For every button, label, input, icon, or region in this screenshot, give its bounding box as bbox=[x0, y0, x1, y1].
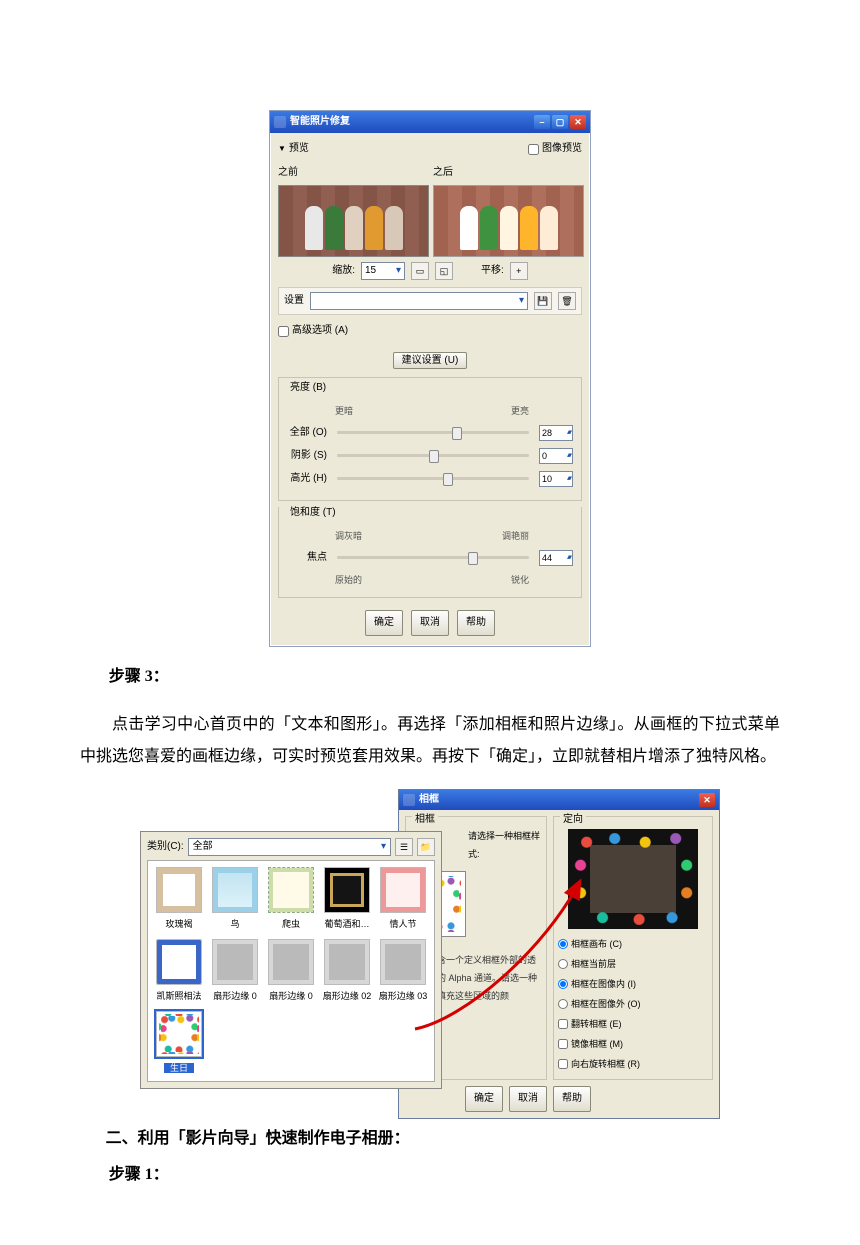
frame-item-fan0b[interactable]: 扇形边缘 0 bbox=[266, 939, 316, 1005]
before-thumbnail bbox=[278, 185, 429, 257]
maximize-button[interactable]: ▢ bbox=[552, 115, 568, 129]
slider-focus-label: 焦点 bbox=[287, 548, 327, 568]
slider-highlight-label: 高光 (H) bbox=[287, 469, 327, 489]
slider-shadow-label: 阴影 (S) bbox=[287, 446, 327, 466]
radio-frame-inside[interactable]: 相框在图像内 (I) bbox=[558, 975, 708, 993]
frame-help-button[interactable]: 帮助 bbox=[553, 1086, 591, 1112]
figure-smart-repair: 智能照片修复 – ▢ ✕ 预览 图像预览 之前 bbox=[80, 110, 780, 647]
frame-item-rose[interactable]: 玫瑰褐 bbox=[154, 867, 204, 933]
frame-grid: 玫瑰褐 鸟 爬虫 葡萄酒和… 情人节 凯斯照相法 扇形边缘 0 扇形边缘 0 扇… bbox=[147, 860, 435, 1082]
category-details-icon[interactable]: ☰ bbox=[395, 838, 413, 856]
slider-highlight-value[interactable]: 10 bbox=[539, 471, 573, 487]
after-label: 之后 bbox=[433, 163, 582, 183]
slider-focus[interactable] bbox=[337, 556, 529, 559]
slider-focus-value[interactable]: 44 bbox=[539, 550, 573, 566]
settings-label: 设置 bbox=[284, 291, 304, 311]
category-select[interactable]: 全部 bbox=[188, 838, 391, 856]
frame-left-legend: 相框 bbox=[412, 810, 438, 830]
save-preset-icon[interactable]: 💾 bbox=[534, 292, 552, 310]
step3-heading: 步骤 3： bbox=[109, 661, 780, 693]
radio-frame-outside[interactable]: 相框在图像外 (O) bbox=[558, 995, 708, 1013]
section2-heading: 二、利用「影片向导」快速制作电子相册： bbox=[106, 1123, 780, 1155]
frame-item-birthday[interactable]: 生日 bbox=[154, 1011, 204, 1077]
step1-heading: 步骤 1： bbox=[109, 1159, 780, 1191]
advanced-options-checkbox[interactable]: 高级选项 (A) bbox=[278, 321, 348, 341]
frame-cancel-button[interactable]: 取消 bbox=[509, 1086, 547, 1112]
brightness-group: 亮度 (B) 更暗更亮 全部 (O) 28 阴影 (S) 0 高光 (H) bbox=[278, 377, 582, 501]
preset-select[interactable] bbox=[310, 292, 528, 310]
figure-frame-picker: 相框 ✕ 相框 请选择一种相框样式: 相框包含一个定义相框外部的透明区域的 Al… bbox=[140, 789, 720, 1099]
pan-button[interactable]: + bbox=[510, 262, 528, 280]
app-icon bbox=[403, 794, 415, 806]
minimize-button[interactable]: – bbox=[534, 115, 550, 129]
help-button[interactable]: 帮助 bbox=[457, 610, 495, 636]
frame-ok-button[interactable]: 确定 bbox=[465, 1086, 503, 1112]
slider-highlight[interactable] bbox=[337, 477, 529, 480]
pan-label: 平移: bbox=[481, 261, 504, 281]
frame-item-valentine[interactable]: 情人节 bbox=[378, 867, 428, 933]
dialog-title: 智能照片修复 bbox=[290, 112, 534, 132]
check-flip-frame[interactable]: 翻转相框 (E) bbox=[558, 1015, 708, 1033]
titlebar: 智能照片修复 – ▢ ✕ bbox=[270, 111, 590, 133]
app-icon bbox=[274, 116, 286, 128]
frame-right-legend: 定向 bbox=[560, 810, 586, 830]
ok-button[interactable]: 确定 bbox=[365, 610, 403, 636]
zoom-label: 缩放: bbox=[332, 261, 355, 281]
slider-shadow-value[interactable]: 0 bbox=[539, 448, 573, 464]
radio-frame-current-layer[interactable]: 相框当前层 bbox=[558, 955, 708, 973]
check-mirror-frame[interactable]: 镜像相框 (M) bbox=[558, 1035, 708, 1053]
dialog-frame-category: 类别(C): 全部 ☰ 📁 玫瑰褐 鸟 爬虫 葡萄酒和… 情人节 凯斯照相法 扇… bbox=[140, 831, 442, 1089]
check-rotate-frame[interactable]: 向右旋转相框 (R) bbox=[558, 1055, 708, 1073]
suggest-settings-button[interactable]: 建议设置 (U) bbox=[393, 352, 468, 369]
radio-frame-canvas[interactable]: 相框画布 (C) bbox=[558, 935, 708, 953]
slider-shadow[interactable] bbox=[337, 454, 529, 457]
zoom-select[interactable]: 15 bbox=[361, 262, 405, 280]
fit-window-icon[interactable]: ▭ bbox=[411, 262, 429, 280]
step3-paragraph: 点击学习中心首页中的「文本和图形」。再选择「添加相框和照片边缘」。从画框的下拉式… bbox=[80, 709, 780, 773]
delete-preset-icon[interactable]: 🗑 bbox=[558, 292, 576, 310]
slider-all-value[interactable]: 28 bbox=[539, 425, 573, 441]
frame-dialog-title: 相框 bbox=[419, 790, 699, 810]
close-button[interactable]: ✕ bbox=[570, 115, 586, 129]
frame-item-wine[interactable]: 葡萄酒和… bbox=[322, 867, 372, 933]
preview-toggle[interactable]: 预览 bbox=[278, 139, 309, 159]
cancel-button[interactable]: 取消 bbox=[411, 610, 449, 636]
slider-all[interactable] bbox=[337, 431, 529, 434]
before-label: 之前 bbox=[278, 163, 427, 183]
after-thumbnail bbox=[433, 185, 584, 257]
frame-style-prompt: 请选择一种相框样式: bbox=[468, 827, 542, 863]
saturation-group: 饱和度 (T) 调灰暗调艳丽 焦点 44 原始的锐化 bbox=[278, 507, 582, 598]
frame-preview bbox=[568, 829, 698, 929]
category-folder-icon[interactable]: 📁 bbox=[417, 838, 435, 856]
frame-item-fan0a[interactable]: 扇形边缘 0 bbox=[210, 939, 260, 1005]
frame-item-bird[interactable]: 鸟 bbox=[210, 867, 260, 933]
frame-item-ragged[interactable]: 凯斯照相法 bbox=[154, 939, 204, 1005]
frame-item-fan2[interactable]: 扇形边缘 02 bbox=[322, 939, 372, 1005]
dialog-frame: 相框 ✕ 相框 请选择一种相框样式: 相框包含一个定义相框外部的透明区域的 Al… bbox=[398, 789, 720, 1119]
dialog-smart-photo-repair: 智能照片修复 – ▢ ✕ 预览 图像预览 之前 bbox=[269, 110, 591, 647]
actual-size-icon[interactable]: ◱ bbox=[435, 262, 453, 280]
image-preview-checkbox[interactable]: 图像预览 bbox=[528, 139, 582, 159]
frame-item-bugs[interactable]: 爬虫 bbox=[266, 867, 316, 933]
slider-all-label: 全部 (O) bbox=[287, 423, 327, 443]
frame-item-fan3[interactable]: 扇形边缘 03 bbox=[378, 939, 428, 1005]
close-button[interactable]: ✕ bbox=[699, 793, 715, 807]
category-label: 类别(C): bbox=[147, 837, 184, 857]
